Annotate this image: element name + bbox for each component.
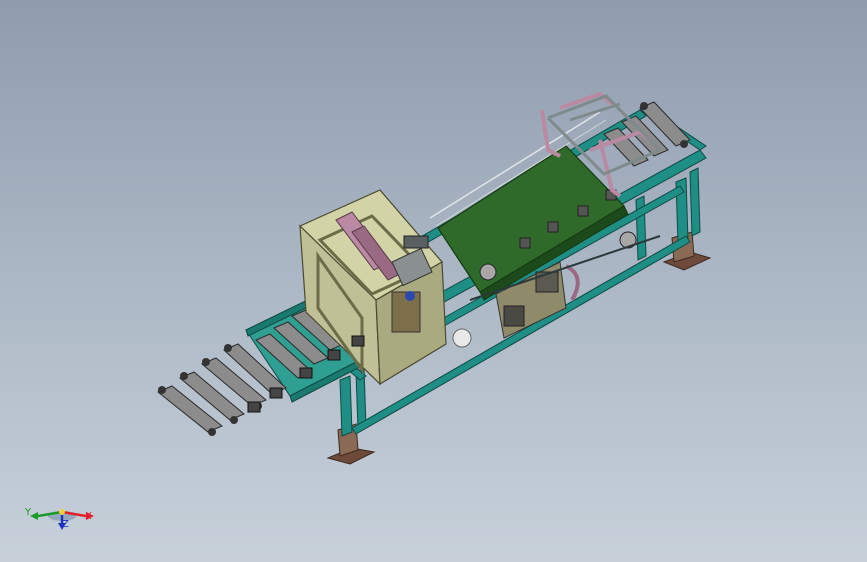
- y-axis-label: Y: [25, 507, 32, 518]
- orientation-triad[interactable]: X Y Z: [22, 490, 102, 535]
- machine-model[interactable]: [0, 0, 867, 562]
- graphics-viewport[interactable]: X Y Z: [0, 0, 867, 562]
- z-axis-label: Z: [62, 519, 69, 530]
- x-axis-label: X: [85, 511, 92, 522]
